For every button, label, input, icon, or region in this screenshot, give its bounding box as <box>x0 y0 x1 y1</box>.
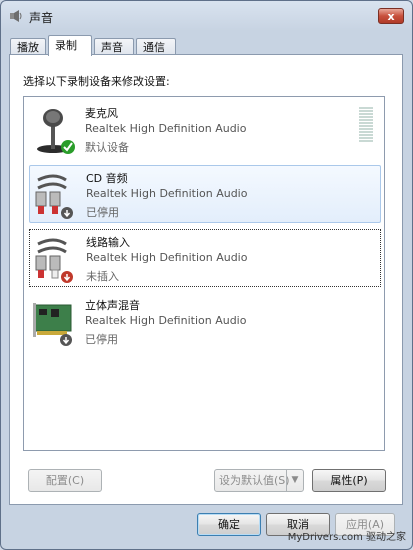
speaker-icon <box>10 10 22 22</box>
device-driver: Realtek High Definition Audio <box>85 122 247 135</box>
set-default-label: 设为默认值(S) <box>219 474 290 487</box>
list-item[interactable]: 麦克风 Realtek High Definition Audio 默认设备 <box>29 101 381 159</box>
list-item[interactable]: 线路输入 Realtek High Definition Audio 未插入 <box>29 229 381 287</box>
level-meter <box>359 107 373 145</box>
tab-playback[interactable]: 播放 <box>10 38 46 55</box>
device-name: CD 音频 <box>86 172 128 185</box>
device-name: 立体声混音 <box>85 299 140 312</box>
properties-button[interactable]: 属性(P) <box>312 469 386 492</box>
device-status: 已停用 <box>85 333 118 346</box>
watermark: MyDrivers.com 驱动之家 <box>287 532 406 543</box>
device-name: 线路输入 <box>86 236 130 249</box>
set-default-button[interactable]: 设为默认值(S) ▼ <box>214 469 304 492</box>
window-title: 声音 <box>29 11 54 25</box>
instruction-text: 选择以下录制设备来修改设置: <box>23 75 170 88</box>
microphone-icon <box>37 109 75 154</box>
chevron-down-icon[interactable]: ▼ <box>286 470 303 491</box>
device-driver: Realtek High Definition Audio <box>86 187 248 200</box>
tab-recording[interactable]: 录制 <box>48 35 92 56</box>
device-driver: Realtek High Definition Audio <box>86 251 248 264</box>
ok-button[interactable]: 确定 <box>197 513 261 536</box>
device-list[interactable]: 麦克风 Realtek High Definition Audio 默认设备 C… <box>23 96 385 451</box>
device-status: 已停用 <box>86 206 119 219</box>
device-driver: Realtek High Definition Audio <box>85 314 247 327</box>
title-bar[interactable]: 声音 x <box>1 1 412 31</box>
device-status: 未插入 <box>86 270 119 283</box>
cd-audio-cable-icon <box>35 174 73 219</box>
device-status: 默认设备 <box>85 141 129 154</box>
sound-card-icon <box>33 303 72 346</box>
list-item[interactable]: 立体声混音 Realtek High Definition Audio 已停用 <box>29 293 381 351</box>
sound-dialog: 声音 x 播放 录制 声音 通信 选择以下录制设备来修改设置: 麦克风 Real… <box>0 0 413 550</box>
line-in-cable-icon <box>35 238 73 283</box>
device-name: 麦克风 <box>85 107 118 120</box>
tab-sounds[interactable]: 声音 <box>94 38 134 55</box>
configure-button[interactable]: 配置(C) <box>28 469 102 492</box>
tab-communications[interactable]: 通信 <box>136 38 176 55</box>
close-button[interactable]: x <box>378 8 404 24</box>
list-item[interactable]: CD 音频 Realtek High Definition Audio 已停用 <box>29 165 381 223</box>
